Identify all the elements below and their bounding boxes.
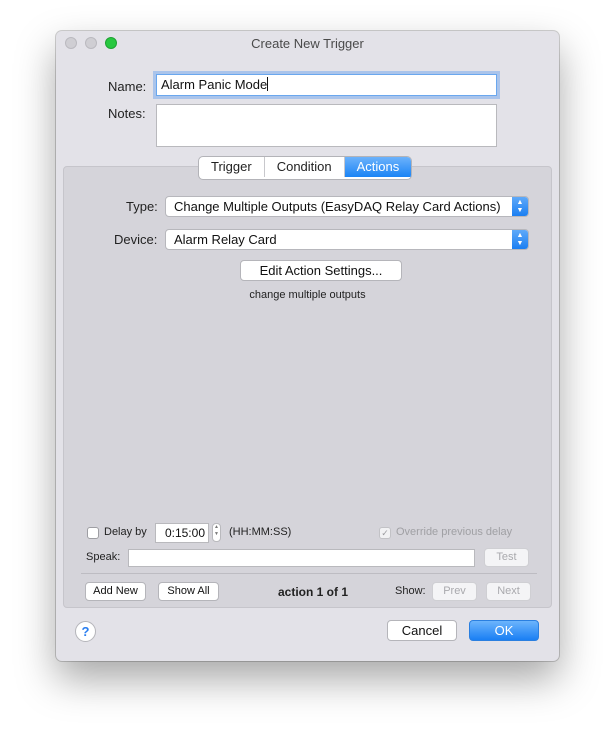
tab-trigger[interactable]: Trigger <box>199 157 265 177</box>
notes-label: Notes: <box>108 106 146 121</box>
test-speak-button[interactable]: Test <box>484 548 529 567</box>
chevron-updown-icon: ▲ ▼ <box>512 197 528 216</box>
show-label: Show: <box>395 585 426 597</box>
action-counter: action 1 of 1 <box>278 585 349 599</box>
help-button[interactable]: ? <box>75 621 96 642</box>
prev-button[interactable]: Prev <box>432 582 477 601</box>
window-title: Create New Trigger <box>251 36 364 51</box>
edit-action-settings-button[interactable]: Edit Action Settings... <box>240 260 402 281</box>
next-button[interactable]: Next <box>486 582 531 601</box>
add-new-button[interactable]: Add New <box>85 582 146 601</box>
text-caret <box>267 77 269 91</box>
tab-actions[interactable]: Actions <box>344 157 412 177</box>
type-popup[interactable]: Change Multiple Outputs (EasyDAQ Relay C… <box>165 196 529 217</box>
delay-time-stepper[interactable]: ▲ ▼ <box>212 523 221 542</box>
type-label: Type: <box>126 199 158 214</box>
override-delay-checkbox[interactable]: ✓ <box>379 527 391 539</box>
chevron-updown-icon: ▲ ▼ <box>512 230 528 249</box>
override-delay-label: Override previous delay <box>396 526 513 538</box>
delay-time-input[interactable]: 0:15:00 <box>155 523 209 543</box>
tab-condition[interactable]: Condition <box>265 157 345 177</box>
delay-label: Delay by <box>104 526 147 538</box>
create-trigger-window: Create New Trigger Name: Alarm Panic Mod… <box>56 31 559 661</box>
device-popup[interactable]: Alarm Relay Card ▲ ▼ <box>165 229 529 250</box>
name-input[interactable]: Alarm Panic Mode <box>156 74 497 96</box>
footer-divider <box>81 573 537 574</box>
name-label: Name: <box>108 79 147 94</box>
tab-bar: Trigger Condition Actions <box>198 156 413 180</box>
ok-button[interactable]: OK <box>469 620 539 641</box>
type-popup-value: Change Multiple Outputs (EasyDAQ Relay C… <box>174 199 501 214</box>
delay-format-label: (HH:MM:SS) <box>229 526 292 538</box>
device-popup-value: Alarm Relay Card <box>174 232 277 247</box>
cancel-button[interactable]: Cancel <box>387 620 457 641</box>
show-all-button[interactable]: Show All <box>158 582 219 601</box>
delay-checkbox[interactable] <box>87 527 99 539</box>
speak-label: Speak: <box>86 551 121 563</box>
speak-input[interactable] <box>128 549 475 567</box>
title-bar: Create New Trigger <box>56 31 559 55</box>
action-description: change multiple outputs <box>249 289 366 301</box>
notes-input[interactable] <box>156 104 497 147</box>
name-input-value: Alarm Panic Mode <box>161 77 268 92</box>
device-label: Device: <box>114 232 158 247</box>
